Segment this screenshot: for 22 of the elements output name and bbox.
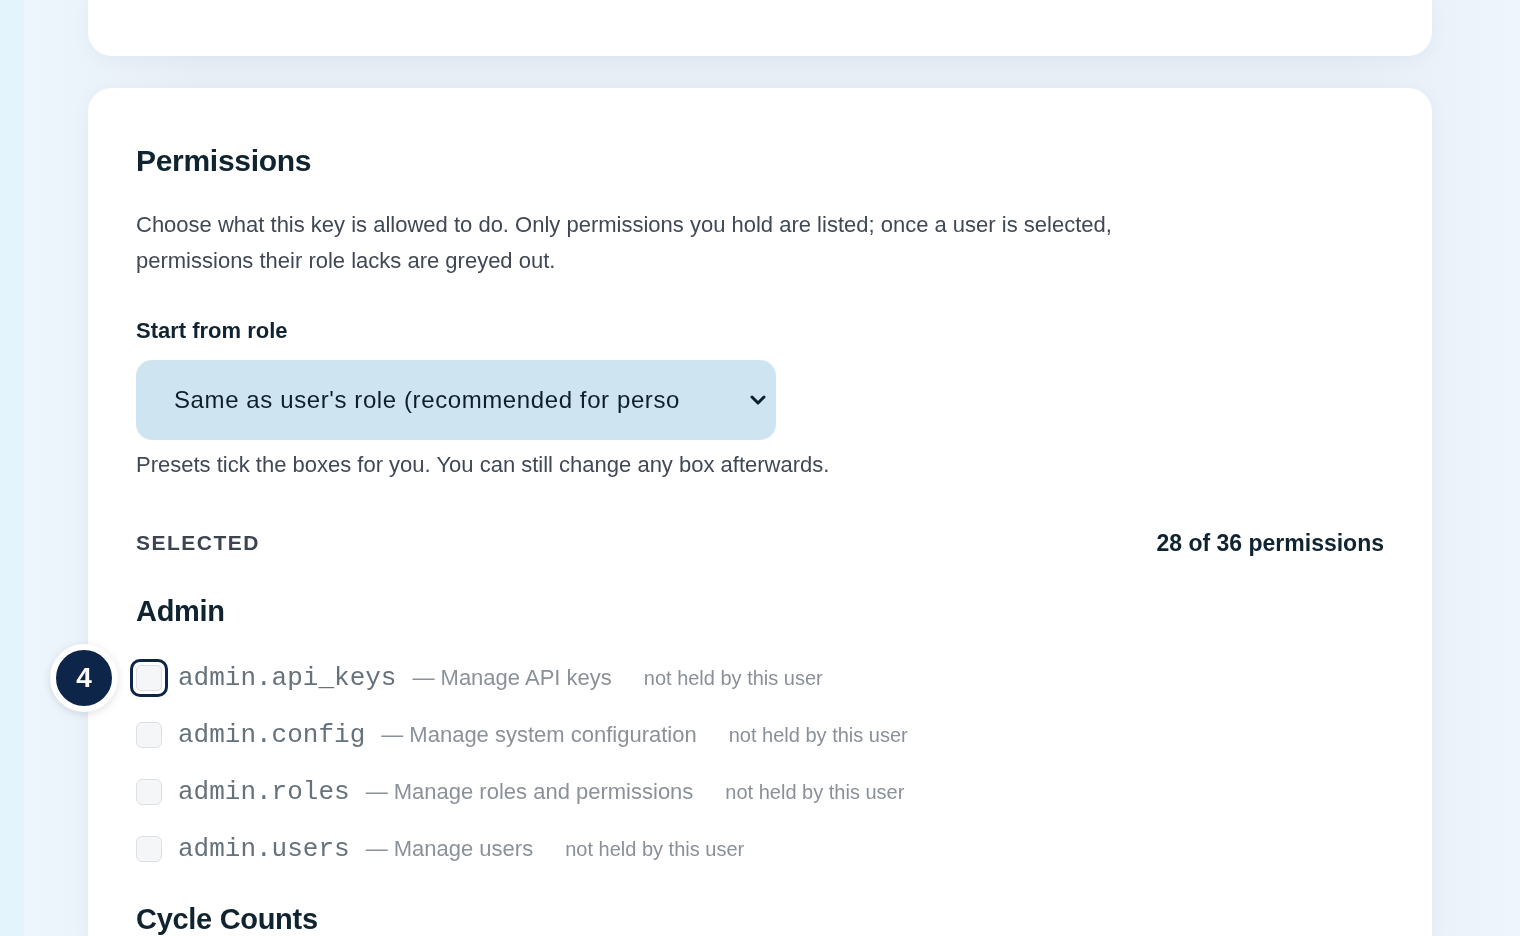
- field-hint: Presets tick the boxes for you. You can still change any box afterwards.: [136, 451, 831, 479]
- permission-description: — Manage roles and permissions: [365, 779, 694, 805]
- role-select[interactable]: Same as user's role (recommended for perso: [136, 360, 776, 440]
- section-title: Permissions: [136, 143, 313, 179]
- permission-note: not held by this user: [725, 780, 905, 804]
- chevron-down-icon: [750, 395, 766, 405]
- group-title: Cycle Counts: [136, 902, 319, 936]
- permission-note: not held by this user: [728, 723, 908, 747]
- permission-description: — Manage users: [365, 836, 534, 862]
- permission-code: admin.api_keys: [178, 663, 397, 693]
- selected-label: SELECTED: [136, 530, 260, 556]
- permission-code: admin.roles: [178, 777, 350, 807]
- permission-code: admin.users: [178, 834, 350, 864]
- permission-description: — Manage system configuration: [381, 722, 697, 748]
- permission-note: not held by this user: [643, 666, 823, 690]
- group-title: Admin: [136, 594, 226, 628]
- field-label: Start from role: [136, 317, 289, 345]
- permission-note: not held by this user: [565, 837, 745, 861]
- selected-count: 28 of 36 permissions: [1156, 529, 1384, 558]
- permission-description: — Manage API keys: [412, 665, 612, 691]
- permission-code: admin.config: [178, 720, 366, 750]
- section-description: Choose what this key is allowed to do. Only permissions you hold are listed; once a user is selected, permissions their role lacks are greyed out.: [136, 211, 1113, 275]
